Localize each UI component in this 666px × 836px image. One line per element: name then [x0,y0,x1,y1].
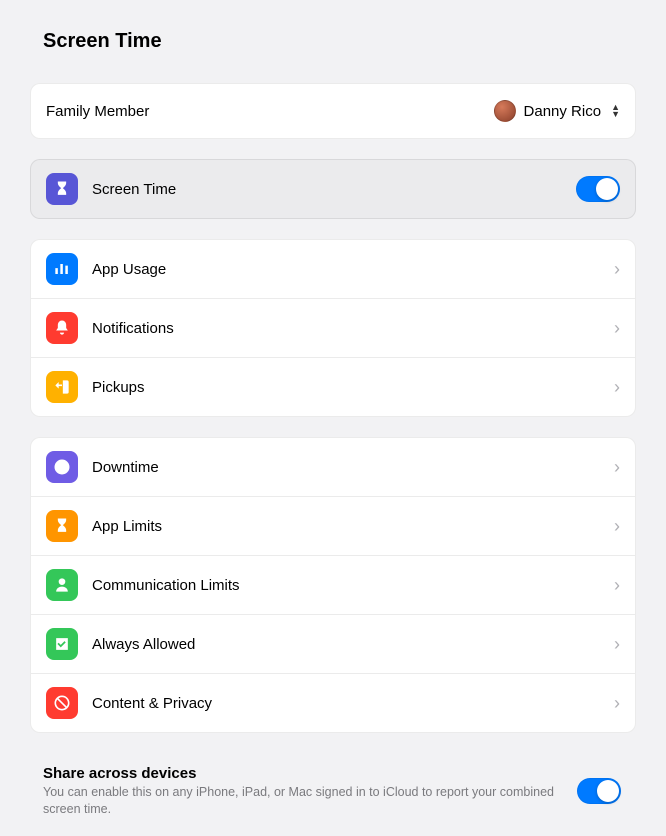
communication-limits-row[interactable]: Communication Limits › [31,556,635,615]
share-toggle[interactable] [577,778,621,804]
communication-limits-label: Communication Limits [92,577,614,594]
bar-chart-icon [46,253,78,285]
downtime-row[interactable]: Downtime › [31,438,635,497]
pickup-icon [46,371,78,403]
family-member-name: Danny Rico [524,103,602,120]
chevron-right-icon: › [614,516,620,537]
share-desc: You can enable this on any iPhone, iPad,… [43,784,557,818]
clock-icon [46,451,78,483]
family-member-row[interactable]: Family Member Danny Rico ▲▼ [31,84,635,138]
limits-group: Downtime › App Limits › Communication Li… [30,437,636,733]
pickups-label: Pickups [92,379,614,396]
chevron-right-icon: › [614,575,620,596]
hourglass-icon [46,173,78,205]
checkmark-shield-icon [46,628,78,660]
pickups-row[interactable]: Pickups › [31,358,635,416]
content-privacy-label: Content & Privacy [92,695,614,712]
content-privacy-row[interactable]: Content & Privacy › [31,674,635,732]
avatar [494,100,516,122]
chevron-right-icon: › [614,259,620,280]
share-across-devices-section: Share across devices You can enable this… [30,753,636,818]
app-usage-row[interactable]: App Usage › [31,240,635,299]
hourglass-icon [46,510,78,542]
usage-group: App Usage › Notifications › Pickups › [30,239,636,417]
family-member-group: Family Member Danny Rico ▲▼ [30,83,636,139]
updown-icon: ▲▼ [611,104,620,118]
page-title: Screen Time [30,30,636,53]
chevron-right-icon: › [614,377,620,398]
chevron-right-icon: › [614,693,620,714]
bell-icon [46,312,78,344]
no-sign-icon [46,687,78,719]
share-title: Share across devices [43,765,557,782]
app-limits-row[interactable]: App Limits › [31,497,635,556]
app-limits-label: App Limits [92,518,614,535]
person-icon [46,569,78,601]
screen-time-label: Screen Time [92,181,576,198]
family-member-label: Family Member [46,103,149,120]
screen-time-toggle-row: Screen Time [31,160,635,218]
downtime-label: Downtime [92,459,614,476]
always-allowed-label: Always Allowed [92,636,614,653]
notifications-row[interactable]: Notifications › [31,299,635,358]
chevron-right-icon: › [614,457,620,478]
chevron-right-icon: › [614,318,620,339]
screen-time-toggle-group: Screen Time [30,159,636,219]
app-usage-label: App Usage [92,261,614,278]
always-allowed-row[interactable]: Always Allowed › [31,615,635,674]
notifications-label: Notifications [92,320,614,337]
chevron-right-icon: › [614,634,620,655]
family-member-selector[interactable]: Danny Rico ▲▼ [494,100,620,122]
screen-time-toggle[interactable] [576,176,620,202]
